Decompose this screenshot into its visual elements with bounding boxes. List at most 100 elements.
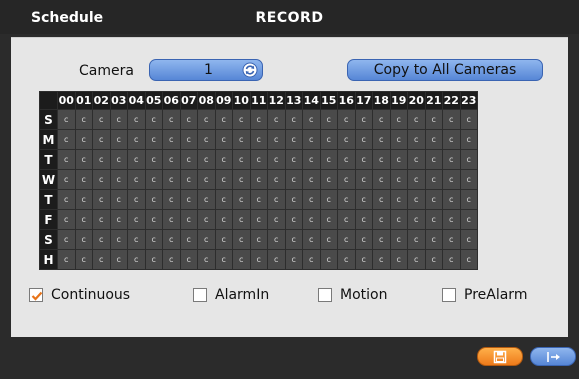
camera-selector[interactable]: 1 — [149, 59, 263, 81]
schedule-cell[interactable]: c — [285, 210, 302, 229]
schedule-cell[interactable]: c — [355, 130, 372, 149]
schedule-cell[interactable]: c — [198, 150, 215, 169]
schedule-cell[interactable]: c — [75, 110, 92, 129]
schedule-cell[interactable]: c — [75, 210, 92, 229]
schedule-cell[interactable]: c — [145, 210, 162, 229]
schedule-cell[interactable]: c — [355, 190, 372, 209]
save-button[interactable] — [477, 347, 523, 366]
schedule-cell[interactable]: c — [408, 190, 425, 209]
schedule-cell[interactable]: c — [215, 170, 232, 189]
schedule-cell[interactable]: c — [443, 110, 460, 129]
schedule-cell[interactable]: c — [145, 150, 162, 169]
schedule-cell[interactable]: c — [460, 210, 477, 229]
schedule-cell[interactable]: c — [460, 190, 477, 209]
schedule-cell[interactable]: c — [110, 190, 127, 209]
schedule-cell[interactable]: c — [58, 230, 75, 249]
schedule-cell[interactable]: c — [408, 150, 425, 169]
hour-header-01[interactable]: 01 — [75, 92, 92, 109]
schedule-cell[interactable]: c — [338, 110, 355, 129]
schedule-cell[interactable]: c — [233, 150, 250, 169]
schedule-cell[interactable]: c — [373, 110, 390, 129]
hour-header-15[interactable]: 15 — [320, 92, 337, 109]
schedule-cell[interactable]: c — [128, 250, 145, 269]
schedule-cell[interactable]: c — [58, 190, 75, 209]
schedule-cell[interactable]: c — [408, 250, 425, 269]
schedule-cell[interactable]: c — [250, 250, 267, 269]
schedule-cell[interactable]: c — [110, 210, 127, 229]
alarmin-checkbox[interactable] — [193, 288, 207, 302]
schedule-cell[interactable]: c — [198, 230, 215, 249]
schedule-cell[interactable]: c — [128, 230, 145, 249]
hour-header-18[interactable]: 18 — [373, 92, 390, 109]
schedule-cell[interactable]: c — [198, 130, 215, 149]
schedule-cell[interactable]: c — [128, 170, 145, 189]
schedule-cell[interactable]: c — [390, 130, 407, 149]
schedule-cell[interactable]: c — [303, 150, 320, 169]
schedule-cell[interactable]: c — [75, 190, 92, 209]
schedule-cell[interactable]: c — [320, 130, 337, 149]
schedule-cell[interactable]: c — [250, 190, 267, 209]
day-label[interactable]: F — [40, 210, 57, 229]
schedule-cell[interactable]: c — [233, 190, 250, 209]
schedule-cell[interactable]: c — [268, 250, 285, 269]
schedule-cell[interactable]: c — [75, 230, 92, 249]
schedule-cell[interactable]: c — [285, 130, 302, 149]
schedule-cell[interactable]: c — [408, 230, 425, 249]
hour-header-04[interactable]: 04 — [128, 92, 145, 109]
schedule-cell[interactable]: c — [198, 170, 215, 189]
schedule-cell[interactable]: c — [110, 110, 127, 129]
schedule-cell[interactable]: c — [128, 210, 145, 229]
schedule-cell[interactable]: c — [390, 250, 407, 269]
schedule-cell[interactable]: c — [408, 210, 425, 229]
day-label[interactable]: H — [40, 250, 57, 269]
schedule-cell[interactable]: c — [128, 130, 145, 149]
hour-header-08[interactable]: 08 — [198, 92, 215, 109]
schedule-cell[interactable]: c — [58, 110, 75, 129]
schedule-cell[interactable]: c — [163, 170, 180, 189]
schedule-cell[interactable]: c — [75, 170, 92, 189]
schedule-cell[interactable]: c — [180, 250, 197, 269]
hour-header-10[interactable]: 10 — [233, 92, 250, 109]
schedule-cell[interactable]: c — [338, 190, 355, 209]
schedule-cell[interactable]: c — [303, 250, 320, 269]
schedule-cell[interactable]: c — [338, 230, 355, 249]
schedule-cell[interactable]: c — [250, 170, 267, 189]
schedule-cell[interactable]: c — [180, 110, 197, 129]
schedule-cell[interactable]: c — [180, 130, 197, 149]
hour-header-22[interactable]: 22 — [443, 92, 460, 109]
schedule-cell[interactable]: c — [215, 250, 232, 269]
schedule-cell[interactable]: c — [460, 150, 477, 169]
schedule-cell[interactable]: c — [163, 110, 180, 129]
schedule-cell[interactable]: c — [215, 190, 232, 209]
schedule-cell[interactable]: c — [408, 130, 425, 149]
day-label[interactable]: S — [40, 110, 57, 129]
schedule-cell[interactable]: c — [268, 190, 285, 209]
schedule-cell[interactable]: c — [180, 170, 197, 189]
schedule-cell[interactable]: c — [163, 250, 180, 269]
schedule-cell[interactable]: c — [145, 130, 162, 149]
hour-header-07[interactable]: 07 — [180, 92, 197, 109]
schedule-cell[interactable]: c — [373, 210, 390, 229]
schedule-cell[interactable]: c — [75, 250, 92, 269]
schedule-cell[interactable]: c — [355, 150, 372, 169]
schedule-cell[interactable]: c — [93, 150, 110, 169]
schedule-cell[interactable]: c — [180, 210, 197, 229]
schedule-cell[interactable]: c — [93, 190, 110, 209]
schedule-cell[interactable]: c — [338, 130, 355, 149]
hour-header-20[interactable]: 20 — [408, 92, 425, 109]
schedule-cell[interactable]: c — [443, 230, 460, 249]
schedule-cell[interactable]: c — [180, 150, 197, 169]
schedule-cell[interactable]: c — [93, 210, 110, 229]
schedule-cell[interactable]: c — [320, 170, 337, 189]
schedule-cell[interactable]: c — [145, 170, 162, 189]
schedule-cell[interactable]: c — [425, 130, 442, 149]
schedule-cell[interactable]: c — [233, 170, 250, 189]
schedule-cell[interactable]: c — [250, 110, 267, 129]
schedule-cell[interactable]: c — [268, 130, 285, 149]
schedule-cell[interactable]: c — [373, 130, 390, 149]
schedule-cell[interactable]: c — [425, 110, 442, 129]
schedule-cell[interactable]: c — [320, 190, 337, 209]
schedule-cell[interactable]: c — [110, 170, 127, 189]
schedule-cell[interactable]: c — [58, 150, 75, 169]
schedule-cell[interactable]: c — [198, 190, 215, 209]
